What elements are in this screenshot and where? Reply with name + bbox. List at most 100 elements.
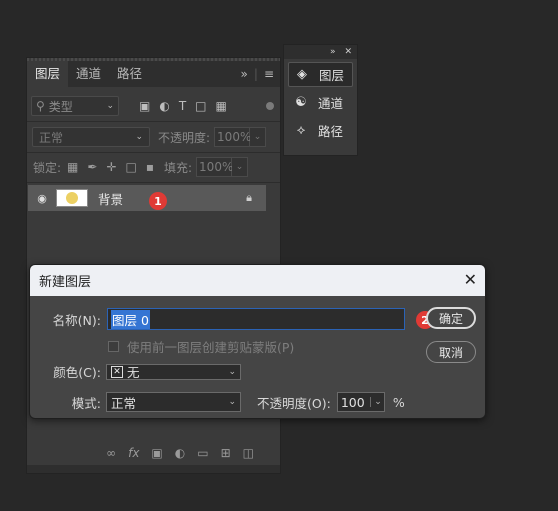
move-icon[interactable]: ✛ (106, 160, 116, 174)
tab-channels[interactable]: 通道 (68, 61, 109, 87)
clip-mask-row: 使用前一图层创建剪贴蒙版(P) (108, 337, 294, 356)
smart-object-filter-icon[interactable]: ▦ (216, 99, 227, 113)
dock-item-label: 路径 (318, 124, 344, 139)
dialog-opacity-label: 不透明度(O): (257, 395, 331, 411)
step-badge-1: 1 (149, 192, 167, 210)
panel-bottom-strip (27, 465, 280, 473)
lock-icon[interactable]: 🔒︎ (246, 191, 252, 205)
no-color-icon: ✕ (111, 365, 123, 378)
lock-transparency-icon[interactable]: ▦ (67, 160, 78, 174)
dialog-opacity-value: 100 (340, 394, 365, 410)
name-field-row: 名称(N): 图层 0 (38, 308, 405, 330)
divider (27, 152, 280, 153)
divider (27, 182, 280, 183)
color-row: 颜色(C): ✕ 无 ⌄ (38, 362, 241, 381)
collapsed-panel-dock: » ✕ ◈ 图层 ☯ 通道 ⟡ 路径 (283, 44, 358, 156)
dialog-titlebar: 新建图层 ✕ (30, 265, 485, 296)
dock-item-label: 图层 (319, 68, 345, 83)
panel-tools: » | ≡ (241, 61, 280, 87)
layer-thumbnail (56, 189, 88, 207)
dialog-opacity-input[interactable]: 100 ⌄ (336, 392, 385, 412)
color-value-group: ✕ 无 (111, 362, 140, 381)
opacity-input[interactable]: 100% (214, 127, 251, 147)
filter-type-select[interactable]: ⚲ 类型 ⌄ (31, 96, 119, 116)
filter-icons: ▣ ◐ T □ ▦ (139, 99, 227, 113)
new-layer-icon[interactable]: ⊞ (221, 446, 231, 460)
chevron-down-icon[interactable]: ⌄ (250, 127, 267, 147)
color-select[interactable]: ✕ 无 ⌄ (106, 362, 241, 381)
dock-header: » ✕ (284, 45, 357, 59)
chevron-down-icon[interactable]: ⌄ (370, 397, 382, 407)
clip-mask-label: 使用前一图层创建剪贴蒙版(P) (127, 340, 295, 355)
mode-value: 正常 (111, 395, 137, 411)
dialog-title: 新建图层 (39, 275, 92, 290)
layer-name[interactable]: 背景 (98, 189, 123, 208)
layer-name-input[interactable]: 图层 0 (107, 308, 405, 330)
chevron-down-icon: ⌄ (228, 366, 236, 377)
clip-mask-checkbox[interactable] (108, 341, 119, 352)
filter-toggle-icon[interactable] (266, 102, 274, 110)
layers-icon: ◈ (297, 67, 307, 82)
thumbnail-circle (66, 192, 78, 204)
lock-label: 锁定: (33, 160, 62, 175)
dock-item-channels[interactable]: ☯ 通道 (288, 90, 353, 115)
close-icon[interactable]: ✕ (344, 47, 352, 57)
divider (27, 121, 280, 122)
fx-icon[interactable]: fx (128, 446, 139, 460)
layers-panel-tabs: 图层 通道 路径 » | ≡ (27, 61, 280, 87)
paths-icon: ⟡ (296, 123, 306, 138)
dock-item-layers[interactable]: ◈ 图层 (288, 62, 353, 87)
tab-layers[interactable]: 图层 (27, 61, 69, 87)
chevron-down-icon: ⌄ (228, 397, 236, 407)
chevron-down-icon: ⌄ (106, 101, 114, 111)
trash-icon[interactable]: ◫ (243, 446, 254, 460)
blend-mode-value: 正常 (39, 130, 64, 145)
lock-icon[interactable]: ▪ (146, 160, 154, 174)
color-value: 无 (127, 365, 140, 380)
mode-select[interactable]: 正常 ⌄ (106, 392, 241, 412)
expand-icon[interactable]: » (330, 47, 336, 57)
fill-input[interactable]: 100% (196, 157, 233, 177)
link-icon[interactable]: ∞ (106, 446, 116, 460)
color-label: 颜色(C): (53, 365, 101, 380)
cancel-button[interactable]: 取消 (426, 341, 476, 363)
divider: | (253, 67, 258, 81)
dock-item-label: 通道 (318, 96, 344, 111)
ok-button[interactable]: 确定 (426, 307, 476, 329)
adjustment-filter-icon[interactable]: ◐ (159, 99, 169, 113)
chevron-down-icon: ⌄ (135, 132, 143, 142)
mode-row: 模式: 正常 ⌄ 不透明度(O): 100 ⌄ % (38, 392, 405, 412)
new-layer-dialog: 新建图层 ✕ 名称(N): 图层 0 2 确定 取消 使用前一图层创建剪贴蒙版(… (29, 264, 486, 419)
shape-filter-icon[interactable]: □ (195, 99, 206, 113)
name-label: 名称(N): (52, 312, 101, 328)
lock-row: 锁定: ▦ ✒ ✛ □ ▪ 填充: 100% ⌄ (27, 157, 280, 177)
mode-label: 模式: (71, 395, 101, 411)
lock-icons: ▦ ✒ ✛ □ ▪ (67, 160, 154, 174)
filter-row: ⚲ 类型 ⌄ ▣ ◐ T □ ▦ (27, 96, 280, 116)
dock-item-paths[interactable]: ⟡ 路径 (288, 118, 353, 143)
opacity-unit: % (392, 394, 405, 410)
fill-label: 填充: (164, 160, 193, 175)
channels-icon: ☯ (295, 95, 307, 110)
blend-row: 正常 ⌄ 不透明度: 100% ⌄ (27, 127, 280, 147)
text-filter-icon[interactable]: T (179, 99, 186, 113)
search-icon: ⚲ (36, 99, 45, 113)
adjustment-icon[interactable]: ◐ (175, 446, 185, 460)
tab-paths[interactable]: 路径 (109, 61, 150, 87)
filter-type-label: 类型 (48, 99, 73, 114)
image-filter-icon[interactable]: ▣ (139, 99, 150, 113)
layer-name-value: 图层 0 (111, 309, 150, 329)
opacity-label: 不透明度: (158, 130, 211, 145)
layers-bottom-toolbar: ∞ fx ▣ ◐ ▭ ⊞ ◫ (27, 441, 280, 465)
artboard-icon[interactable]: □ (126, 160, 137, 174)
chevron-down-icon[interactable]: ⌄ (232, 157, 249, 177)
eye-icon[interactable]: ◉ (28, 192, 56, 205)
panel-menu-icon[interactable]: ≡ (264, 67, 274, 81)
collapse-icon[interactable]: » (241, 67, 248, 81)
layer-row[interactable]: ◉ 背景 🔒︎ (28, 185, 266, 211)
brush-icon[interactable]: ✒ (87, 160, 97, 174)
blend-mode-select[interactable]: 正常 ⌄ (32, 127, 150, 147)
mask-icon[interactable]: ▣ (151, 446, 162, 460)
close-icon[interactable]: ✕ (464, 270, 477, 289)
folder-icon[interactable]: ▭ (197, 446, 208, 460)
